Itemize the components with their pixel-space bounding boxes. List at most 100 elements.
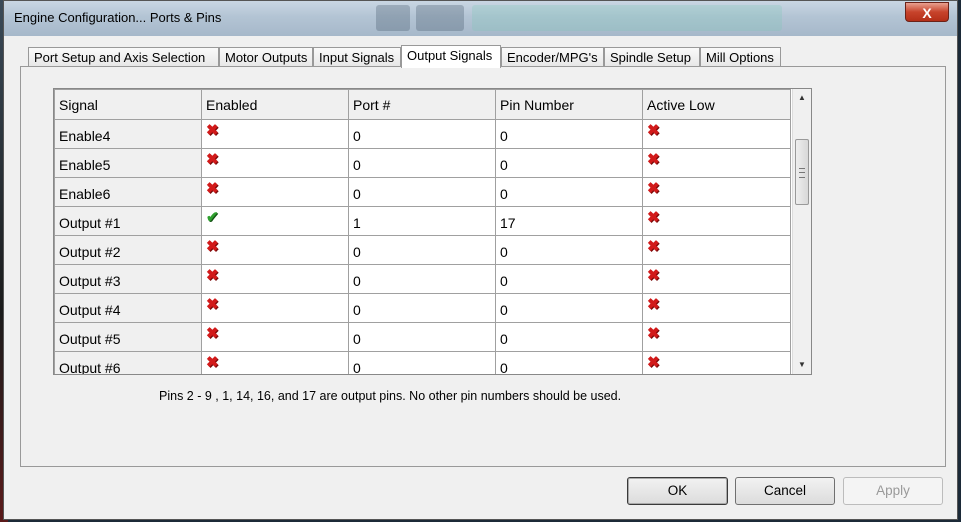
close-icon: X xyxy=(922,5,932,21)
output-signals-grid[interactable]: Signal Enabled Port # Pin Number Active … xyxy=(53,88,812,375)
port-cell[interactable]: 1 xyxy=(348,206,496,236)
column-header-port[interactable]: Port # xyxy=(348,89,496,120)
output-signals-panel: Signal Enabled Port # Pin Number Active … xyxy=(20,66,946,467)
column-header-pin-number[interactable]: Pin Number xyxy=(495,89,643,120)
table-row[interactable]: Output #6 ✖ 0 0 ✖ xyxy=(54,351,791,374)
red-x-icon: ✖ xyxy=(206,325,219,342)
column-header-enabled[interactable]: Enabled xyxy=(201,89,349,120)
red-x-icon: ✖ xyxy=(206,238,219,255)
window-title: Engine Configuration... Ports & Pins xyxy=(14,10,222,25)
pin-number-cell[interactable]: 0 xyxy=(495,235,643,265)
pin-number-cell[interactable]: 0 xyxy=(495,322,643,352)
pin-number-cell[interactable]: 0 xyxy=(495,293,643,323)
active-low-cell[interactable]: ✖ xyxy=(642,235,791,265)
red-x-icon: ✖ xyxy=(206,267,219,284)
tab-port-setup[interactable]: Port Setup and Axis Selection xyxy=(28,47,219,67)
pin-number-cell[interactable]: 0 xyxy=(495,264,643,294)
active-low-cell[interactable]: ✖ xyxy=(642,177,791,207)
port-cell[interactable]: 0 xyxy=(348,235,496,265)
column-header-signal[interactable]: Signal xyxy=(54,89,202,120)
table-row[interactable]: Output #5 ✖ 0 0 ✖ xyxy=(54,322,791,352)
active-low-cell[interactable]: ✖ xyxy=(642,119,791,149)
enabled-cell[interactable]: ✖ xyxy=(201,293,349,323)
signal-name-cell: Output #2 xyxy=(54,235,202,265)
red-x-icon: ✖ xyxy=(647,151,660,168)
tab-encoder-mpg[interactable]: Encoder/MPG's xyxy=(501,47,604,67)
red-x-icon: ✖ xyxy=(647,180,660,197)
enabled-cell[interactable]: ✖ xyxy=(201,119,349,149)
tab-mill-options[interactable]: Mill Options xyxy=(700,47,781,67)
port-cell[interactable]: 0 xyxy=(348,177,496,207)
active-low-cell[interactable]: ✖ xyxy=(642,322,791,352)
background-app-glimpse xyxy=(416,5,464,31)
enabled-cell[interactable]: ✔ xyxy=(201,206,349,236)
port-cell[interactable]: 0 xyxy=(348,293,496,323)
title-bar[interactable]: Engine Configuration... Ports & Pins X xyxy=(4,1,957,36)
active-low-cell[interactable]: ✖ xyxy=(642,293,791,323)
red-x-icon: ✖ xyxy=(647,238,660,255)
signal-name-cell: Output #6 xyxy=(54,351,202,374)
tab-output-signals[interactable]: Output Signals xyxy=(401,45,501,68)
pin-number-cell[interactable]: 0 xyxy=(495,148,643,178)
enabled-cell[interactable]: ✖ xyxy=(201,177,349,207)
signals-table: Signal Enabled Port # Pin Number Active … xyxy=(54,89,791,374)
scroll-down-icon[interactable]: ▼ xyxy=(793,356,811,374)
table-row[interactable]: Enable4 ✖ 0 0 ✖ xyxy=(54,119,791,149)
signal-name-cell: Enable4 xyxy=(54,119,202,149)
enabled-cell[interactable]: ✖ xyxy=(201,148,349,178)
signal-name-cell: Output #5 xyxy=(54,322,202,352)
output-pins-note: Pins 2 - 9 , 1, 14, 16, and 17 are outpu… xyxy=(159,389,622,403)
pin-number-cell[interactable]: 0 xyxy=(495,119,643,149)
signal-name-cell: Output #3 xyxy=(54,264,202,294)
tab-motor-outputs[interactable]: Motor Outputs xyxy=(219,47,313,67)
background-app-glimpse xyxy=(472,5,782,31)
enabled-cell[interactable]: ✖ xyxy=(201,264,349,294)
red-x-icon: ✖ xyxy=(647,209,660,226)
enabled-cell[interactable]: ✖ xyxy=(201,235,349,265)
table-row[interactable]: Enable5 ✖ 0 0 ✖ xyxy=(54,148,791,178)
active-low-cell[interactable]: ✖ xyxy=(642,148,791,178)
table-row[interactable]: Output #4 ✖ 0 0 ✖ xyxy=(54,293,791,323)
port-cell[interactable]: 0 xyxy=(348,351,496,374)
pin-number-cell[interactable]: 0 xyxy=(495,351,643,374)
vertical-scrollbar[interactable]: ▲ ▼ xyxy=(792,89,811,374)
column-header-active-low[interactable]: Active Low xyxy=(642,89,791,120)
table-row[interactable]: Output #3 ✖ 0 0 ✖ xyxy=(54,264,791,294)
table-header-row: Signal Enabled Port # Pin Number Active … xyxy=(54,89,791,120)
active-low-cell[interactable]: ✖ xyxy=(642,206,791,236)
port-cell[interactable]: 0 xyxy=(348,148,496,178)
port-cell[interactable]: 0 xyxy=(348,264,496,294)
tab-input-signals[interactable]: Input Signals xyxy=(313,47,401,67)
port-cell[interactable]: 0 xyxy=(348,119,496,149)
red-x-icon: ✖ xyxy=(647,354,660,371)
red-x-icon: ✖ xyxy=(206,151,219,168)
port-cell[interactable]: 0 xyxy=(348,322,496,352)
close-button[interactable]: X xyxy=(905,2,949,22)
table-row[interactable]: Output #1 ✔ 1 17 ✖ xyxy=(54,206,791,236)
enabled-cell[interactable]: ✖ xyxy=(201,351,349,374)
red-x-icon: ✖ xyxy=(647,325,660,342)
engine-config-dialog: Engine Configuration... Ports & Pins X P… xyxy=(3,0,958,520)
red-x-icon: ✖ xyxy=(647,296,660,313)
pin-number-cell[interactable]: 17 xyxy=(495,206,643,236)
background-app-glimpse xyxy=(376,5,410,31)
tab-spindle-setup[interactable]: Spindle Setup xyxy=(604,47,700,67)
cancel-button[interactable]: Cancel xyxy=(735,477,835,505)
ok-button[interactable]: OK xyxy=(627,477,728,505)
scroll-thumb[interactable] xyxy=(795,139,809,205)
red-x-icon: ✖ xyxy=(206,180,219,197)
pin-number-cell[interactable]: 0 xyxy=(495,177,643,207)
green-check-icon: ✔ xyxy=(206,209,219,226)
grip-icon xyxy=(799,168,805,178)
red-x-icon: ✖ xyxy=(206,122,219,139)
scroll-up-icon[interactable]: ▲ xyxy=(793,89,811,107)
red-x-icon: ✖ xyxy=(206,354,219,371)
enabled-cell[interactable]: ✖ xyxy=(201,322,349,352)
table-row[interactable]: Output #2 ✖ 0 0 ✖ xyxy=(54,235,791,265)
apply-button[interactable]: Apply xyxy=(843,477,943,505)
active-low-cell[interactable]: ✖ xyxy=(642,351,791,374)
signal-name-cell: Output #1 xyxy=(54,206,202,236)
red-x-icon: ✖ xyxy=(647,122,660,139)
table-row[interactable]: Enable6 ✖ 0 0 ✖ xyxy=(54,177,791,207)
active-low-cell[interactable]: ✖ xyxy=(642,264,791,294)
